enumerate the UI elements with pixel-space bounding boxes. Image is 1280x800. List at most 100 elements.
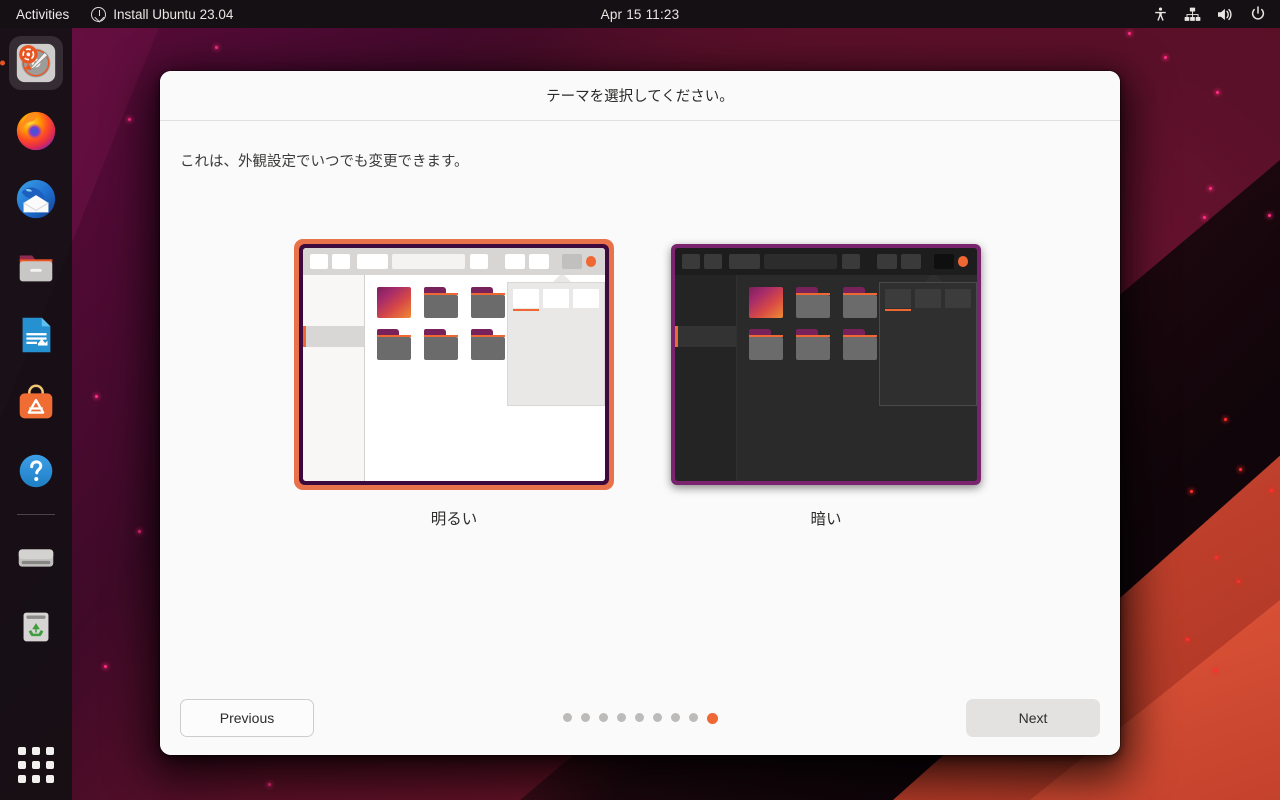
mock-folder xyxy=(843,329,877,360)
mock-sidebar xyxy=(303,275,365,481)
previous-button[interactable]: Previous xyxy=(180,699,314,737)
mock-tb-menu-button xyxy=(562,254,582,269)
theme-option-light[interactable]: 明るい xyxy=(294,239,614,529)
page-dot[interactable] xyxy=(617,713,626,722)
dock-item-help[interactable] xyxy=(9,444,63,498)
grid-icon xyxy=(32,761,40,769)
mock-popover-panel xyxy=(507,282,605,406)
mock-sidebar-selected-row xyxy=(675,326,736,347)
mock-tb-button xyxy=(729,254,760,269)
next-button[interactable]: Next xyxy=(966,699,1100,737)
mock-popover-arrow xyxy=(553,275,571,282)
grid-icon xyxy=(46,761,54,769)
dock-item-libreoffice[interactable] xyxy=(9,308,63,362)
mock-window-light xyxy=(303,248,605,481)
mock-sidebar-selected-row xyxy=(303,326,364,347)
page-dot[interactable] xyxy=(599,713,608,722)
accessibility-icon[interactable] xyxy=(1153,7,1168,22)
document-icon xyxy=(13,312,59,358)
mock-folder xyxy=(424,287,458,318)
dock-separator xyxy=(17,514,55,515)
page-dot[interactable] xyxy=(635,713,644,722)
grid-icon xyxy=(32,747,40,755)
mock-tb-button xyxy=(505,254,525,269)
theme-preview-light-frame[interactable] xyxy=(294,239,614,490)
background-star xyxy=(1215,556,1218,559)
grid-icon xyxy=(46,747,54,755)
page-dot[interactable] xyxy=(689,713,698,722)
page-dot[interactable] xyxy=(563,713,572,722)
mock-tb-menu-button xyxy=(934,254,954,269)
mock-body xyxy=(675,275,977,481)
activities-button[interactable]: Activities xyxy=(0,7,83,22)
system-tray xyxy=(1153,6,1280,22)
mock-tb-button xyxy=(332,254,350,269)
dock-item-thunderbird[interactable] xyxy=(9,172,63,226)
folder-icon xyxy=(13,244,59,290)
mock-close-button xyxy=(958,256,968,267)
disk-installer-icon xyxy=(13,40,59,86)
theme-preview-light xyxy=(299,244,609,485)
background-star xyxy=(215,46,218,49)
grid-icon xyxy=(18,775,26,783)
dock-item-drive[interactable] xyxy=(9,531,63,585)
mock-folder xyxy=(796,287,830,318)
clock-label[interactable]: Apr 15 11:23 xyxy=(601,7,680,22)
show-applications-button[interactable] xyxy=(9,738,63,792)
background-star xyxy=(1268,214,1271,217)
mock-folder xyxy=(843,287,877,318)
page-dot[interactable] xyxy=(581,713,590,722)
mock-popover-menu xyxy=(879,275,977,406)
dock-item-software[interactable] xyxy=(9,376,63,430)
theme-option-dark[interactable]: 暗い xyxy=(666,239,986,529)
background-star xyxy=(1164,56,1167,59)
theme-label-light: 明るい xyxy=(431,507,478,529)
mock-popover-tab xyxy=(945,289,971,308)
page-dot-active[interactable] xyxy=(707,713,718,724)
mock-tb-button xyxy=(470,254,488,269)
mock-folder xyxy=(377,329,411,360)
window-title-menu[interactable]: Install Ubuntu 23.04 xyxy=(83,7,241,22)
background-star xyxy=(1239,468,1242,471)
network-icon[interactable] xyxy=(1184,7,1201,22)
background-star xyxy=(95,395,98,398)
volume-icon[interactable] xyxy=(1217,7,1234,22)
trash-recycle-icon xyxy=(13,603,59,649)
page-dot[interactable] xyxy=(653,713,662,722)
installer-headerbar: テーマを選択してください。 xyxy=(160,71,1120,121)
page-dot[interactable] xyxy=(671,713,680,722)
dock-item-files[interactable] xyxy=(9,240,63,294)
grid-icon xyxy=(32,775,40,783)
dock-item-trash[interactable] xyxy=(9,599,63,653)
installer-content: これは、外観設定でいつでも変更できます。 xyxy=(160,121,1120,681)
background-star xyxy=(104,665,107,668)
dock-item-ubuntu-installer[interactable] xyxy=(9,36,63,90)
background-star xyxy=(1224,418,1227,421)
installer-window: テーマを選択してください。 これは、外観設定でいつでも変更できます。 xyxy=(160,71,1120,755)
theme-preview-dark-frame[interactable] xyxy=(666,239,986,490)
background-star xyxy=(1203,216,1206,219)
mock-popover-arrow xyxy=(925,275,943,282)
firefox-icon xyxy=(13,108,59,154)
drive-icon xyxy=(13,535,59,581)
window-title-label: Install Ubuntu 23.04 xyxy=(113,7,233,22)
theme-preview-dark xyxy=(671,244,981,485)
background-star xyxy=(1128,32,1131,35)
grid-icon xyxy=(46,775,54,783)
mock-file-grid xyxy=(737,275,977,481)
mock-tb-button xyxy=(842,254,860,269)
background-star xyxy=(1216,91,1219,94)
installer-footer: Previous Next xyxy=(160,681,1120,755)
mock-tb-button xyxy=(357,254,388,269)
mock-folder xyxy=(749,329,783,360)
mock-image-thumbnail xyxy=(377,287,411,318)
background-star xyxy=(1190,490,1193,493)
background-star xyxy=(128,118,131,121)
mock-tb-pathbar xyxy=(392,254,465,269)
mock-popover-tab xyxy=(573,289,599,308)
background-star xyxy=(1214,669,1217,672)
dock-item-firefox[interactable] xyxy=(9,104,63,158)
power-icon[interactable] xyxy=(1250,6,1266,22)
theme-label-dark: 暗い xyxy=(810,507,841,529)
grid-icon xyxy=(18,747,26,755)
